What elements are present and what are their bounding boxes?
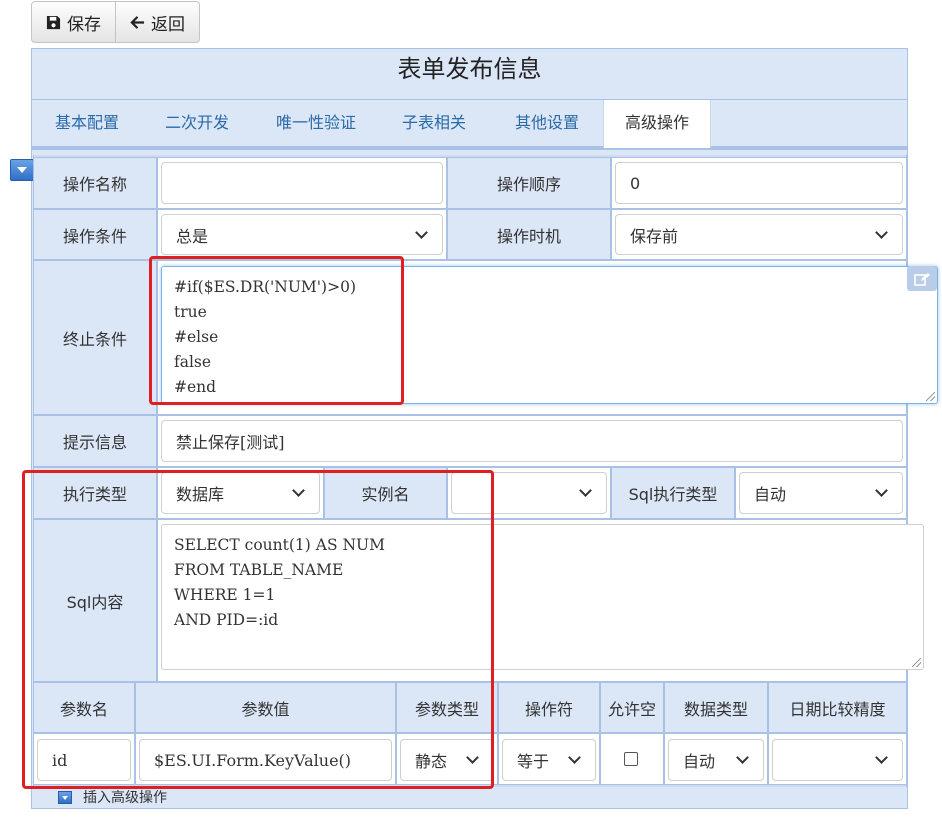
chevron-down-icon — [875, 751, 888, 764]
chevron-down-icon — [579, 484, 592, 497]
op-order-input[interactable]: 0 — [615, 162, 903, 204]
param-header-name: 参数名 — [33, 682, 135, 733]
param-header-allow-null: 允许空 — [600, 682, 664, 733]
op-name-label: 操作名称 — [33, 157, 157, 209]
exec-type-select[interactable]: 数据库 — [161, 472, 320, 514]
chevron-down-icon — [875, 484, 888, 497]
allow-null-checkbox[interactable] — [624, 752, 638, 766]
param-header-value: 参数值 — [135, 682, 396, 733]
tip-input[interactable]: 禁止保存[测试] — [161, 420, 903, 462]
resize-handle-icon[interactable] — [926, 392, 935, 401]
sql-content-textarea[interactable]: SELECT count(1) AS NUM FROM TABLE_NAME W… — [161, 524, 924, 670]
sql-exec-type-label: Sql执行类型 — [611, 467, 735, 519]
param-header-date-precision: 日期比较精度 — [768, 682, 907, 733]
op-timing-value: 保存前 — [630, 226, 679, 246]
save-label: 保存 — [67, 14, 101, 35]
param-data-type-value: 自动 — [683, 752, 716, 771]
param-data-type-select[interactable]: 自动 — [668, 739, 764, 781]
param-name-input[interactable]: id — [37, 739, 131, 781]
stop-condition-label: 终止条件 — [33, 260, 157, 415]
op-condition-value: 总是 — [176, 226, 209, 246]
exec-type-value: 数据库 — [176, 485, 225, 504]
op-timing-select[interactable]: 保存前 — [615, 214, 903, 255]
sql-exec-type-value: 自动 — [754, 485, 787, 504]
op-condition-label: 操作条件 — [33, 209, 157, 260]
page-title: 表单发布信息 — [397, 55, 542, 83]
insert-advanced-op-button[interactable]: 插入高级操作 — [58, 787, 167, 807]
tab-basic-config[interactable]: 基本配置 — [32, 100, 142, 147]
op-timing-label: 操作时机 — [447, 209, 611, 260]
tab-uniqueness[interactable]: 唯一性验证 — [254, 100, 378, 147]
chevron-down-icon — [292, 484, 305, 497]
chevron-down-icon — [736, 751, 749, 764]
sql-content-label: Sql内容 — [33, 519, 157, 682]
expand-icon — [58, 790, 72, 804]
edit-icon[interactable] — [907, 266, 937, 291]
exec-type-label: 执行类型 — [33, 467, 157, 519]
toolbar: 保存 返回 — [31, 1, 200, 43]
instance-label: 实例名 — [324, 467, 447, 519]
floppy-disk-icon — [46, 15, 61, 29]
insert-label: 插入高级操作 — [83, 790, 167, 806]
tab-other-settings[interactable]: 其他设置 — [492, 100, 602, 147]
op-condition-select[interactable]: 总是 — [161, 214, 443, 255]
stop-condition-textarea[interactable]: #if($ES.DR('NUM')>0) true #else false #e… — [161, 266, 938, 404]
param-header-type: 参数类型 — [396, 682, 498, 733]
op-name-input[interactable] — [161, 162, 443, 204]
param-header-data-type: 数据类型 — [664, 682, 768, 733]
param-date-precision-select[interactable] — [772, 739, 903, 781]
sql-exec-type-select[interactable]: 自动 — [739, 472, 903, 514]
param-header-operator: 操作符 — [498, 682, 600, 733]
chevron-down-icon — [568, 751, 581, 764]
tab-bar: 基本配置 二次开发 唯一性验证 子表相关 其他设置 高级操作 — [32, 99, 907, 150]
back-button[interactable]: 返回 — [116, 1, 200, 43]
resize-handle-icon[interactable] — [912, 658, 921, 667]
chevron-down-icon — [466, 751, 479, 764]
chevron-down-icon — [875, 225, 888, 239]
param-value-input[interactable]: $ES.UI.Form.KeyValue() — [139, 739, 392, 781]
param-type-value: 静态 — [415, 752, 448, 771]
tab-secondary-dev[interactable]: 二次开发 — [142, 100, 252, 147]
tab-advanced-ops[interactable]: 高级操作 — [603, 100, 711, 148]
back-label: 返回 — [151, 14, 185, 35]
chevron-down-icon — [415, 225, 428, 239]
arrow-left-icon — [130, 15, 145, 29]
op-order-label: 操作顺序 — [447, 157, 611, 209]
param-type-select[interactable]: 静态 — [400, 739, 494, 781]
instance-select[interactable] — [451, 472, 607, 514]
collapse-toggle-icon[interactable] — [10, 159, 34, 181]
tip-label: 提示信息 — [33, 415, 157, 467]
param-operator-value: 等于 — [517, 752, 550, 771]
param-operator-select[interactable]: 等于 — [502, 739, 596, 781]
tab-subtable[interactable]: 子表相关 — [384, 100, 484, 147]
save-button[interactable]: 保存 — [31, 1, 116, 43]
